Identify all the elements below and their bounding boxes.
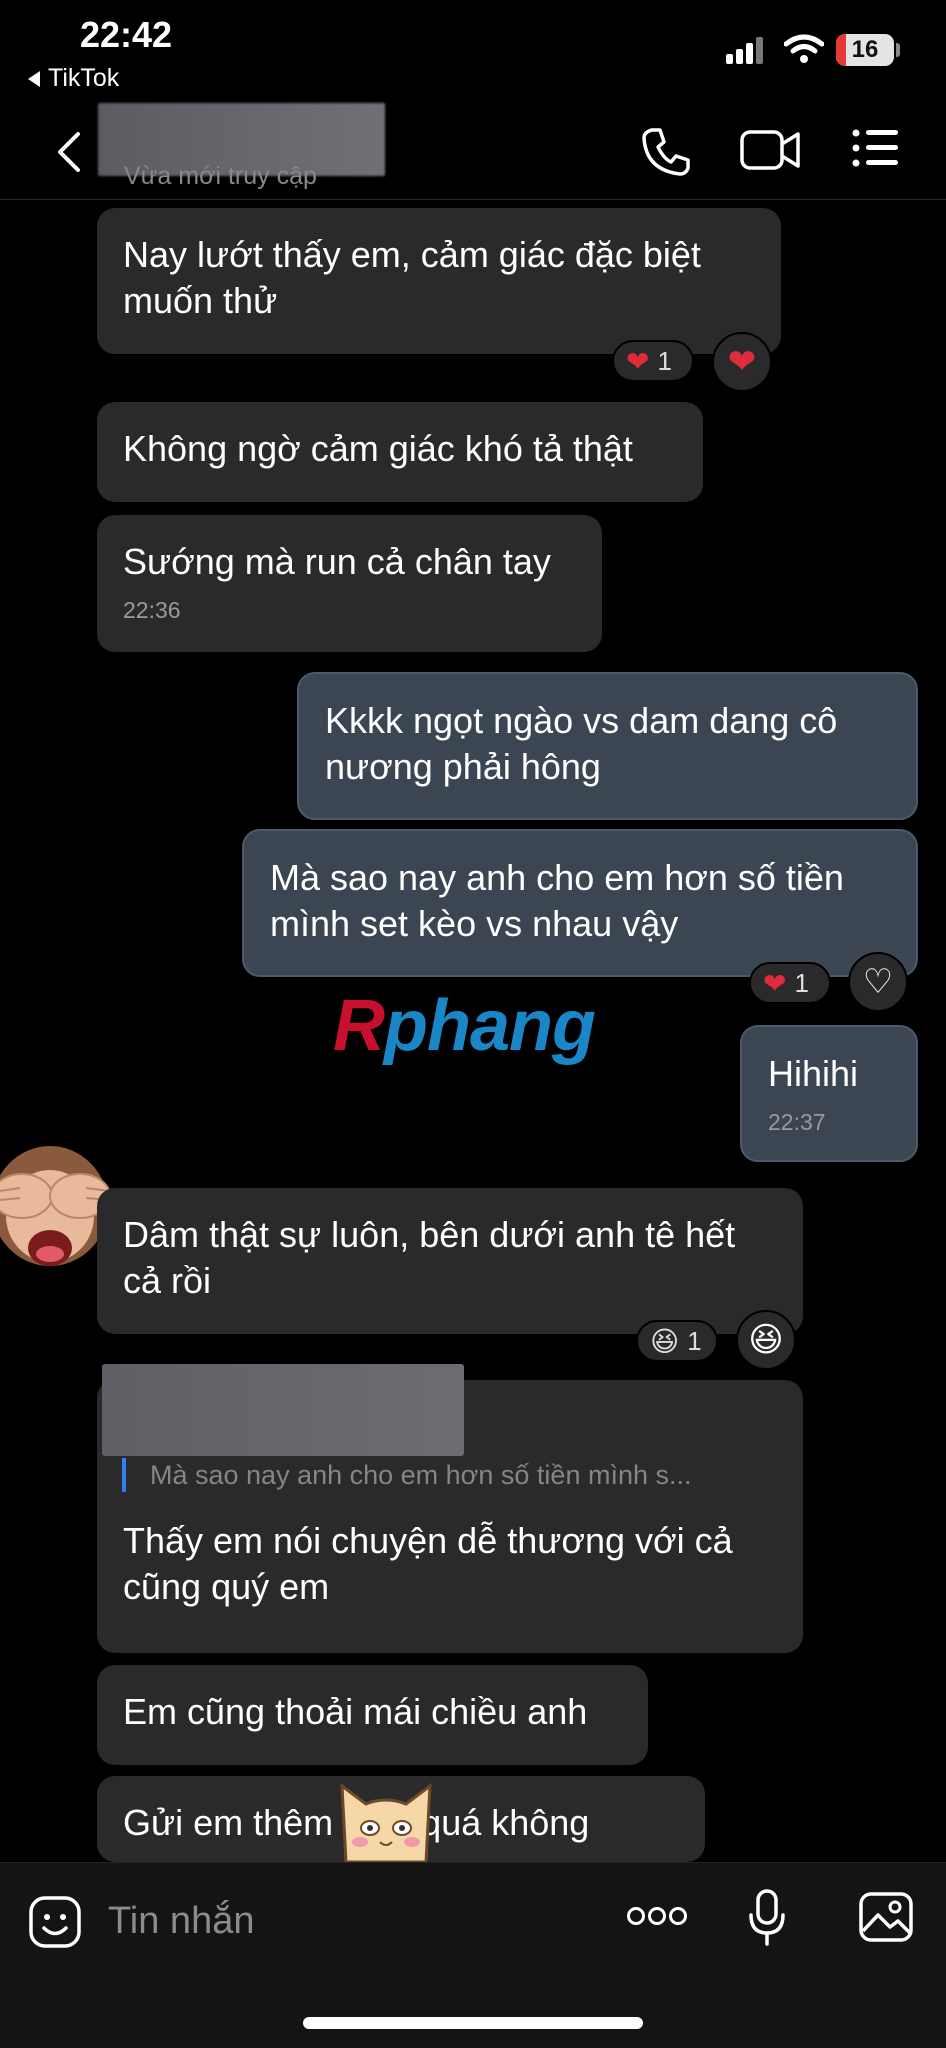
reaction-count-pill[interactable]: ❤ 1 bbox=[612, 340, 694, 382]
battery-icon: 16 bbox=[836, 34, 894, 66]
watermark-logo: Rphang bbox=[333, 986, 596, 1066]
back-triangle-icon bbox=[28, 70, 40, 87]
message-text: Thấy em nói chuyện dễ thương với cả cũng… bbox=[123, 1520, 733, 1607]
message-bubble-incoming[interactable]: Nay lướt thấy em, cảm giác đặc biệt muốn… bbox=[97, 208, 781, 354]
message-bubble-outgoing[interactable]: Kkkk ngọt ngào vs dam dang cô nương phải… bbox=[297, 672, 918, 820]
back-app-label: TikTok bbox=[48, 64, 120, 92]
message-bubble-outgoing[interactable]: Mà sao nay anh cho em hơn số tiền mình s… bbox=[242, 829, 918, 977]
laughing-reaction-icon: 😆 bbox=[650, 1325, 680, 1357]
message-text: Dâm thật sự luôn, bên dưới anh tê hết cả… bbox=[123, 1214, 736, 1301]
add-reaction-button[interactable]: 😆 bbox=[736, 1310, 796, 1370]
message-text: Nay lướt thấy em, cảm giác đặc biệt muốn… bbox=[123, 234, 701, 321]
message-text: Mà sao nay anh cho em hơn số tiền mình s… bbox=[270, 857, 844, 944]
video-call-icon[interactable] bbox=[740, 128, 802, 172]
quoted-message-preview[interactable]: Mà sao nay anh cho em hơn số tiền mình s… bbox=[122, 1458, 762, 1492]
quoted-sender-redacted bbox=[102, 1364, 464, 1456]
battery-level: 16 bbox=[851, 36, 879, 63]
add-reaction-button[interactable]: ❤ bbox=[712, 332, 772, 392]
back-to-app-link[interactable]: TikTok bbox=[28, 64, 119, 93]
wifi-icon bbox=[784, 34, 824, 63]
message-bubble-incoming[interactable]: Em cũng thoải mái chiều anh bbox=[97, 1665, 648, 1765]
back-button[interactable] bbox=[50, 132, 90, 172]
message-text: Hihihi bbox=[768, 1053, 859, 1094]
message-bubble-incoming[interactable]: Dâm thật sự luôn, bên dưới anh tê hết cả… bbox=[97, 1188, 803, 1334]
emoji-sticker-icon[interactable] bbox=[28, 1895, 82, 1949]
reaction-count-pill[interactable]: 😆 1 bbox=[636, 1320, 718, 1362]
message-timestamp: 22:37 bbox=[768, 1109, 826, 1135]
message-timestamp: 22:36 bbox=[123, 597, 181, 623]
add-reaction-button[interactable]: ♡ bbox=[848, 952, 908, 1012]
reaction-count: 1 bbox=[657, 345, 672, 376]
heart-reaction-icon: ❤ bbox=[763, 967, 787, 999]
heart-reaction-icon: ❤ bbox=[727, 343, 757, 381]
message-bubble-incoming[interactable]: Sướng mà run cả chân tay 22:36 bbox=[97, 515, 602, 652]
message-text: Kkkk ngọt ngào vs dam dang cô nương phải… bbox=[325, 700, 838, 787]
phone-call-icon[interactable] bbox=[640, 126, 692, 178]
cellular-signal-icon bbox=[726, 36, 766, 64]
laughing-reaction-icon: 😆 bbox=[748, 1321, 784, 1359]
message-bubble-incoming[interactable]: Không ngờ cảm giác khó tả thật bbox=[97, 402, 703, 502]
message-text: Em cũng thoải mái chiều anh bbox=[123, 1691, 588, 1732]
reaction-count-pill[interactable]: ❤ 1 bbox=[749, 962, 831, 1004]
message-bubble-outgoing[interactable]: Hihihi 22:37 bbox=[740, 1025, 918, 1162]
home-indicator[interactable] bbox=[303, 2017, 643, 2029]
reaction-count: 1 bbox=[687, 1325, 702, 1356]
cat-face-sticker bbox=[340, 1782, 432, 1862]
microphone-icon[interactable] bbox=[748, 1889, 786, 1947]
reaction-count: 1 bbox=[794, 967, 809, 998]
heart-outline-icon: ♡ bbox=[862, 963, 894, 1001]
presence-status-text: Vừa mới truy cập bbox=[124, 162, 317, 190]
status-time: 22:42 bbox=[80, 14, 173, 55]
image-gallery-icon[interactable] bbox=[858, 1891, 914, 1943]
heart-reaction-icon: ❤ bbox=[626, 345, 650, 377]
more-options-icon[interactable] bbox=[626, 1905, 688, 1927]
menu-list-icon[interactable] bbox=[852, 128, 900, 168]
message-input[interactable] bbox=[108, 1891, 588, 1951]
message-text: Sướng mà run cả chân tay bbox=[123, 541, 551, 582]
status-bar: 22:42 TikTok 16 bbox=[0, 0, 946, 100]
message-text: Không ngờ cảm giác khó tả thật bbox=[123, 428, 633, 469]
